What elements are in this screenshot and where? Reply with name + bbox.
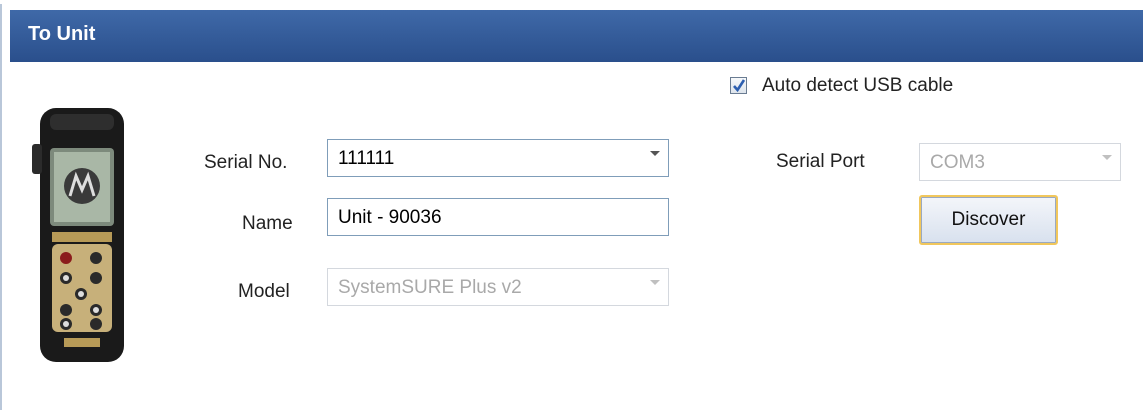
model-combo: SystemSURE Plus v2 (327, 268, 669, 306)
model-value: SystemSURE Plus v2 (338, 277, 522, 298)
panel-title: To Unit (28, 23, 96, 45)
auto-detect-label[interactable]: Auto detect USB cable (762, 75, 953, 97)
serial-no-label: Serial No. (204, 152, 288, 173)
auto-detect-checkbox[interactable] (730, 77, 747, 94)
panel-header: To Unit (10, 10, 1143, 62)
serial-port-combo: COM3 (919, 143, 1121, 181)
serial-no-combo[interactable]: 111111 (327, 139, 669, 177)
checkmark-icon (733, 79, 746, 93)
serial-port-label: Serial Port (776, 151, 865, 172)
discover-button[interactable]: Discover (919, 195, 1058, 245)
serial-port-value: COM3 (930, 152, 985, 173)
name-label: Name (242, 213, 293, 234)
name-value: Unit - 90036 (338, 207, 442, 228)
model-label: Model (238, 281, 290, 302)
chevron-down-icon[interactable] (650, 151, 660, 156)
name-field[interactable]: Unit - 90036 (327, 198, 669, 236)
chevron-down-icon (650, 280, 660, 285)
chevron-down-icon (1102, 155, 1112, 160)
serial-no-value: 111111 (338, 148, 395, 169)
handheld-device-image (32, 108, 132, 367)
